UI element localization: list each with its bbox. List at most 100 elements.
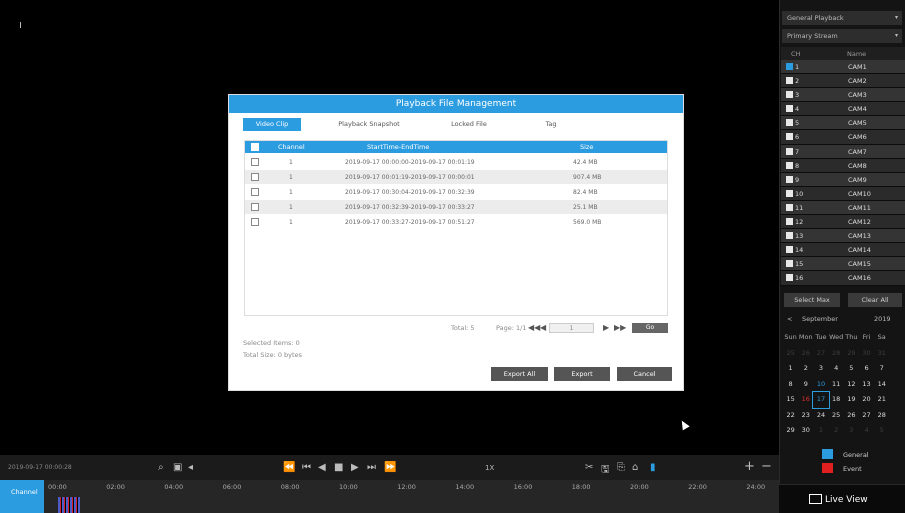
calendar-day[interactable]: 12 bbox=[844, 377, 859, 393]
calendar-day[interactable]: 25 bbox=[783, 346, 798, 362]
channel-row[interactable]: 9 CAM9 bbox=[781, 172, 905, 187]
channel-checkbox[interactable] bbox=[786, 189, 793, 197]
channel-row[interactable]: 16 CAM16 bbox=[781, 271, 905, 286]
zoom-in-button[interactable]: + bbox=[744, 459, 755, 474]
channel-checkbox[interactable] bbox=[786, 232, 793, 240]
row-checkbox[interactable] bbox=[251, 173, 259, 181]
channel-row[interactable]: 11 CAM11 bbox=[781, 200, 905, 216]
calendar-day[interactable]: 11 bbox=[829, 377, 844, 393]
channel-checkbox[interactable] bbox=[786, 274, 793, 282]
calendar-day[interactable]: 22 bbox=[783, 408, 798, 424]
export-all-button[interactable]: Export All bbox=[491, 367, 548, 381]
file-management-icon[interactable]: ▮ bbox=[650, 462, 656, 473]
table-row[interactable]: 1 2019-09-17 00:00:00-2019-09-17 00:01:19… bbox=[245, 155, 667, 169]
calendar-day[interactable]: 2 bbox=[829, 423, 844, 439]
calendar-day[interactable]: 4 bbox=[859, 423, 874, 439]
row-checkbox[interactable] bbox=[251, 218, 259, 226]
tab-locked-file[interactable]: Locked File bbox=[439, 118, 499, 131]
calendar-day[interactable]: 7 bbox=[874, 361, 889, 377]
calendar-day[interactable]: 3 bbox=[813, 361, 828, 377]
calendar-day[interactable]: 28 bbox=[829, 346, 844, 362]
channel-checkbox[interactable] bbox=[786, 133, 793, 141]
row-checkbox[interactable] bbox=[251, 203, 259, 211]
row-checkbox[interactable] bbox=[251, 188, 259, 196]
stop-icon[interactable]: ■ bbox=[334, 462, 343, 473]
zoom-out-button[interactable]: − bbox=[761, 459, 772, 474]
reverse-play-icon[interactable]: ◀ bbox=[318, 462, 326, 473]
calendar-day[interactable]: 24 bbox=[813, 408, 828, 424]
calendar-year-select[interactable]: 2019 bbox=[874, 315, 891, 323]
calendar-day[interactable]: 26 bbox=[844, 408, 859, 424]
channel-checkbox[interactable] bbox=[786, 260, 793, 268]
channel-checkbox[interactable] bbox=[786, 91, 793, 99]
step-back-icon[interactable]: ⏮ bbox=[302, 462, 311, 473]
channel-row[interactable]: 15 CAM15 bbox=[781, 257, 905, 272]
play-icon[interactable]: ▶ bbox=[351, 462, 359, 473]
channel-row[interactable]: 1 CAM1 bbox=[781, 60, 905, 75]
channel-row[interactable]: 4 CAM4 bbox=[781, 102, 905, 117]
calendar-day[interactable]: 25 bbox=[829, 408, 844, 424]
prev-page-icon[interactable]: ◀ bbox=[540, 323, 546, 332]
calendar-day[interactable]: 30 bbox=[859, 346, 874, 362]
calendar-day[interactable]: 28 bbox=[874, 408, 889, 424]
calendar-day[interactable]: 3 bbox=[844, 423, 859, 439]
channel-checkbox[interactable] bbox=[786, 147, 793, 155]
playback-mode-select[interactable]: General Playback ▾ bbox=[782, 11, 902, 25]
row-checkbox[interactable] bbox=[251, 158, 259, 166]
calendar-day[interactable]: 13 bbox=[859, 377, 874, 393]
channel-checkbox[interactable] bbox=[786, 203, 793, 211]
calendar-day[interactable]: 27 bbox=[813, 346, 828, 362]
calendar-day[interactable]: 21 bbox=[874, 392, 889, 408]
channel-checkbox[interactable] bbox=[786, 161, 793, 169]
step-forward-icon[interactable]: ⏭ bbox=[367, 462, 376, 473]
table-row[interactable]: 1 2019-09-17 00:01:19-2019-09-17 00:00:01… bbox=[245, 170, 667, 184]
calendar-day[interactable]: 1 bbox=[813, 423, 828, 439]
table-row[interactable]: 1 2019-09-17 00:33:27-2019-09-17 00:51:27… bbox=[245, 215, 667, 229]
channel-checkbox[interactable] bbox=[786, 77, 793, 85]
calendar-day[interactable]: 4 bbox=[829, 361, 844, 377]
channel-row[interactable]: 3 CAM3 bbox=[781, 88, 905, 103]
fast-forward-icon[interactable]: ⏩ bbox=[384, 462, 396, 473]
calendar-day[interactable]: 8 bbox=[783, 377, 798, 393]
tab-tag[interactable]: Tag bbox=[531, 118, 571, 131]
timeline[interactable]: Channel 00:00 02:00 04:00 06:00 08:00 10:00 12… bbox=[0, 480, 779, 513]
calendar-day[interactable]: 14 bbox=[874, 377, 889, 393]
clip-icon[interactable]: ✂ bbox=[585, 462, 593, 473]
calendar-month-select[interactable]: September bbox=[802, 315, 838, 323]
channel-row[interactable]: 8 CAM8 bbox=[781, 158, 905, 173]
channel-checkbox[interactable] bbox=[786, 218, 793, 226]
channel-row[interactable]: 13 CAM13 bbox=[781, 229, 905, 244]
channel-row[interactable]: 5 CAM5 bbox=[781, 116, 905, 131]
calendar-day[interactable]: 15 bbox=[783, 392, 798, 408]
calendar-day[interactable]: 5 bbox=[874, 423, 889, 439]
cancel-button[interactable]: Cancel bbox=[617, 367, 672, 381]
clear-all-button[interactable]: Clear All bbox=[848, 293, 902, 307]
calendar-prev-button[interactable]: < bbox=[787, 315, 792, 323]
channel-checkbox[interactable] bbox=[786, 246, 793, 254]
calendar-day[interactable]: 29 bbox=[783, 423, 798, 439]
calendar-day[interactable]: 31 bbox=[874, 346, 889, 362]
table-row[interactable]: 1 2019-09-17 00:30:04-2019-09-17 00:32:39… bbox=[245, 185, 667, 199]
tab-video-clip[interactable]: Video Clip bbox=[243, 118, 301, 131]
calendar-day[interactable]: 2 bbox=[798, 361, 813, 377]
calendar-day[interactable]: 19 bbox=[844, 392, 859, 408]
select-max-button[interactable]: Select Max bbox=[784, 293, 840, 307]
recording-segments[interactable] bbox=[58, 497, 80, 513]
calendar-day[interactable]: 27 bbox=[859, 408, 874, 424]
channel-row[interactable]: 7 CAM7 bbox=[781, 144, 905, 159]
live-view-button[interactable]: Live View bbox=[779, 484, 905, 513]
calendar-day[interactable]: 10 bbox=[813, 377, 828, 393]
go-button[interactable]: Go bbox=[632, 323, 668, 333]
stream-select[interactable]: Primary Stream ▾ bbox=[782, 29, 902, 43]
save-icon[interactable]: 🖫 bbox=[601, 462, 610, 479]
zoom-icon[interactable]: ⌕ bbox=[158, 462, 164, 473]
tab-playback-snapshot[interactable]: Playback Snapshot bbox=[324, 118, 414, 131]
channel-row[interactable]: 14 CAM14 bbox=[781, 243, 905, 258]
next-page-icon[interactable]: ▶ bbox=[603, 323, 609, 332]
channel-row[interactable]: 10 CAM10 bbox=[781, 186, 905, 201]
calendar-day[interactable]: 1 bbox=[783, 361, 798, 377]
tag-icon[interactable]: ⎘ bbox=[617, 462, 625, 473]
first-page-icon[interactable]: ◀◀ bbox=[528, 323, 540, 332]
calendar-day[interactable]: 16 bbox=[798, 392, 813, 408]
lock-icon[interactable]: ⌂ bbox=[632, 462, 638, 473]
